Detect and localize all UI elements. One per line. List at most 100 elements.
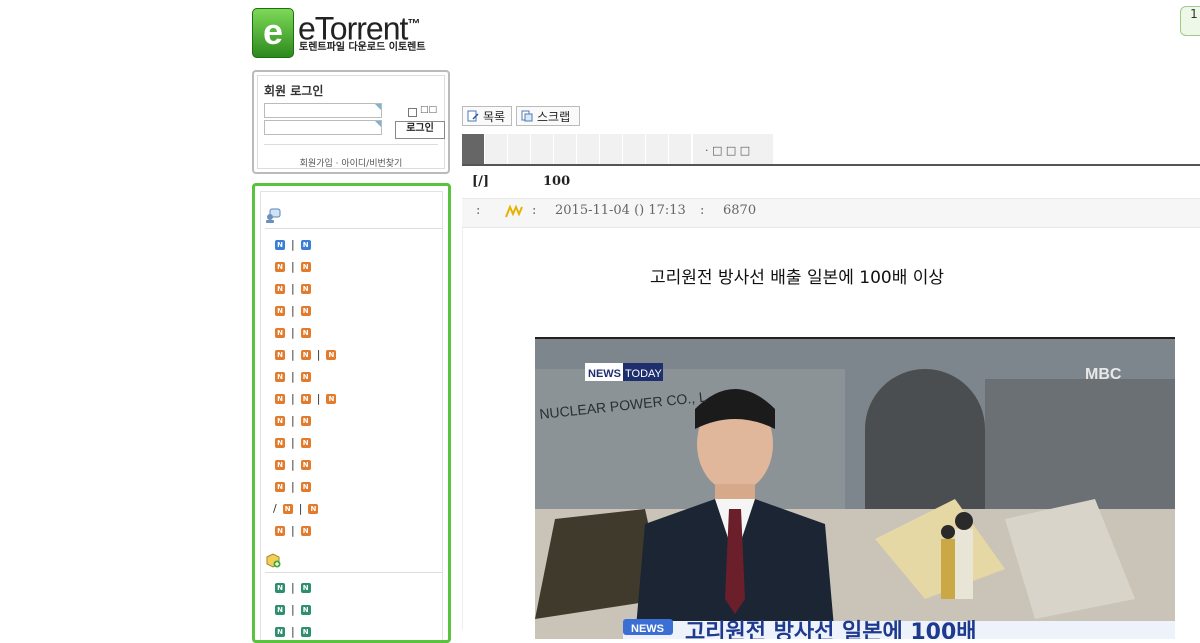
list-button-label: 목록 xyxy=(483,110,506,124)
new-badge-icon[interactable]: N xyxy=(275,526,285,536)
login-button[interactable]: 로그인 xyxy=(395,121,445,139)
today-label: TODAY xyxy=(625,368,663,380)
menu-row[interactable]: N | N xyxy=(273,370,313,384)
tab[interactable] xyxy=(669,134,692,164)
tab[interactable] xyxy=(508,134,531,164)
new-badge-icon[interactable]: N xyxy=(275,240,285,250)
menu-separator: | xyxy=(291,458,295,471)
menu-row[interactable]: N | N xyxy=(273,282,313,296)
menu-separator: | xyxy=(291,524,295,537)
menu-separator: | xyxy=(291,625,295,638)
new-badge-icon[interactable]: N xyxy=(275,627,285,637)
new-badge-icon[interactable]: N xyxy=(275,605,285,615)
menu-separator: | xyxy=(291,392,295,405)
menu-separator: | xyxy=(291,370,295,383)
tab[interactable] xyxy=(646,134,669,164)
menu-row[interactable]: N | N xyxy=(273,326,313,340)
tab[interactable] xyxy=(462,134,485,164)
broadcaster-logo: MBC xyxy=(1085,366,1122,383)
menu-row[interactable]: N | N xyxy=(273,458,313,472)
new-badge-icon[interactable]: N xyxy=(326,350,337,360)
new-badge-icon[interactable]: N xyxy=(300,240,311,250)
new-badge-icon[interactable]: N xyxy=(275,306,285,316)
tab[interactable] xyxy=(577,134,600,164)
new-badge-icon[interactable]: N xyxy=(300,350,311,360)
menu-separator: | xyxy=(291,348,295,361)
new-badge-icon[interactable]: N xyxy=(300,438,311,448)
category-menu-inner: N | N N | N N | N N | N N | N N | N | N N | N N | N | N N | N N | N N | N N | N… xyxy=(260,191,443,640)
menu-separator: | xyxy=(291,581,295,594)
banner-news: NEWS xyxy=(631,623,664,635)
menu-row[interactable]: N | N xyxy=(273,625,313,639)
password-input[interactable] xyxy=(264,120,382,135)
menu-row[interactable]: N | N xyxy=(273,524,313,538)
new-badge-icon[interactable]: N xyxy=(300,328,311,338)
menu-row[interactable]: N | N xyxy=(273,414,313,428)
new-badge-icon[interactable]: N xyxy=(300,605,311,615)
menu-row[interactable]: N | N xyxy=(273,480,313,494)
users-icon xyxy=(266,208,281,223)
menu-row[interactable]: N | N xyxy=(273,436,313,450)
new-badge-icon[interactable]: N xyxy=(300,526,311,536)
menu-row[interactable]: N | N xyxy=(273,260,313,274)
new-badge-icon[interactable]: N xyxy=(275,394,285,404)
menu-row[interactable]: N | N xyxy=(273,603,313,617)
scrap-icon xyxy=(521,110,533,122)
menu-row[interactable]: N | N | N xyxy=(273,392,338,406)
meta-colon: : xyxy=(700,203,705,218)
logo-subtitle: 토렌트파일 다운로드 이토렌트 xyxy=(299,42,426,53)
menu-separator: | xyxy=(316,348,321,361)
author-level-icon xyxy=(505,205,523,218)
tab[interactable] xyxy=(554,134,577,164)
new-badge-icon[interactable]: N xyxy=(300,416,311,426)
new-badge-icon[interactable]: N xyxy=(275,350,285,360)
menu-row[interactable]: N | N xyxy=(273,581,313,595)
new-badge-icon[interactable]: N xyxy=(275,438,285,448)
menu-separator: | xyxy=(291,326,295,339)
new-badge-icon[interactable]: N xyxy=(275,284,285,294)
new-badge-icon[interactable]: N xyxy=(275,482,285,492)
new-badge-icon[interactable]: N xyxy=(275,262,285,272)
new-badge-icon[interactable]: N xyxy=(300,394,311,404)
login-links[interactable]: 회원가입 · 아이디/비번찾기 xyxy=(258,156,444,169)
post-header: [/] 100 xyxy=(472,174,570,189)
scrap-button[interactable]: 스크랩 xyxy=(516,106,580,126)
new-badge-icon[interactable]: N xyxy=(300,583,311,593)
menu-row[interactable]: N | N xyxy=(273,304,313,318)
list-button[interactable]: 목록 xyxy=(462,106,512,126)
new-badge-icon[interactable]: N xyxy=(300,306,311,316)
tab-tools[interactable]: · □ □ □ xyxy=(693,134,773,164)
menu-separator: | xyxy=(298,502,303,515)
corner-tab[interactable]: 1 xyxy=(1180,6,1200,36)
new-badge-icon[interactable]: N xyxy=(300,372,311,382)
new-badge-icon[interactable]: N xyxy=(326,394,337,404)
tab[interactable] xyxy=(531,134,554,164)
remember-checkbox[interactable] xyxy=(408,108,417,117)
header-rule xyxy=(462,164,1200,166)
menu-row[interactable]: / N | N xyxy=(273,502,320,516)
new-badge-icon[interactable]: N xyxy=(275,583,285,593)
tab[interactable] xyxy=(600,134,623,164)
username-input[interactable] xyxy=(264,103,382,118)
category-menu: N | N N | N N | N N | N N | N N | N | N N | N N | N | N N | N N | N N | N N | N… xyxy=(252,183,451,643)
new-badge-icon[interactable]: N xyxy=(275,328,285,338)
list-icon xyxy=(467,110,479,122)
new-badge-icon[interactable]: N xyxy=(275,460,285,470)
new-badge-icon[interactable]: N xyxy=(300,627,311,637)
new-badge-icon[interactable]: N xyxy=(300,262,311,272)
new-badge-icon[interactable]: N xyxy=(300,284,311,294)
logo-title: eTorrent™ xyxy=(298,10,420,47)
menu-row[interactable]: N | N xyxy=(273,238,313,252)
new-badge-icon[interactable]: N xyxy=(300,482,311,492)
tab[interactable] xyxy=(623,134,646,164)
menu-separator: | xyxy=(291,238,295,251)
site-logo[interactable]: e eTorrent™ 토렌트파일 다운로드 이토렌트 xyxy=(252,8,452,58)
new-badge-icon[interactable]: N xyxy=(282,504,293,514)
new-badge-icon[interactable]: N xyxy=(275,372,285,382)
new-badge-icon[interactable]: N xyxy=(308,504,319,514)
menu-separator: | xyxy=(291,282,295,295)
tab[interactable] xyxy=(485,134,508,164)
new-badge-icon[interactable]: N xyxy=(300,460,311,470)
menu-row[interactable]: N | N | N xyxy=(273,348,338,362)
new-badge-icon[interactable]: N xyxy=(275,416,285,426)
